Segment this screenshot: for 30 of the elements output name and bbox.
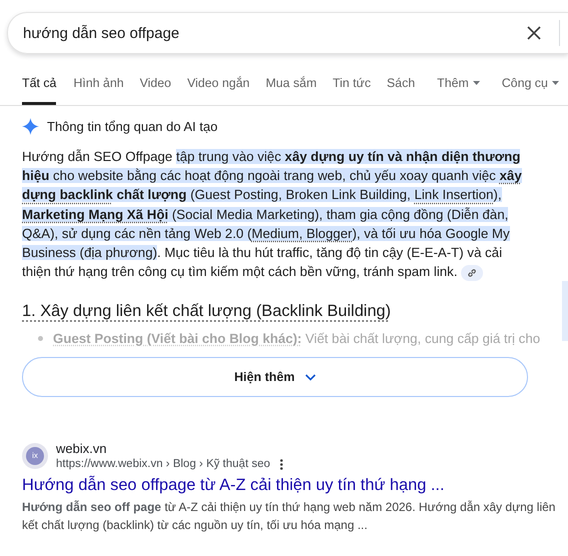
search-input[interactable]: hướng dẫn seo offpage (23, 24, 519, 42)
result-snippet: Hướng dẫn seo off page từ A-Z cải thiện uy tín thứ hạng web năm 2026. Hướng dẫn xây dựng liên kết chất lượng (backlink) từ các nguồn uy tín, tối ưu hóa mạng ... (22, 499, 556, 534)
section-heading: 1. Xây dựng liên kết chất lượng (Backlink Building) (22, 302, 391, 322)
close-icon[interactable] (527, 26, 541, 40)
tab[interactable]: Video ngắn (179, 76, 258, 105)
scrollbar[interactable] (562, 281, 568, 341)
ai-summary: Hướng dẫn SEO Offpage tập trung vào việc xây dựng uy tín và nhận diện thương hiệu cho website bằng các hoạt động ngoài trang web, chủ yếu xoay quanh việc xây dựng backlink chất lượng (Guest Posting, Broken Link Building, Link Insertion), Marketing Mạng Xã Hội (Social Media Marketing), tham gia cộng đồng (Diễn đàn, Q&A), sử dụng các nền tảng Web 2.0 (Medium, Blogger), và tối ưu hóa Google My Business (địa phương). Mục tiêu là thu hút traffic, tăng độ tin cậy (E-E-A-T) và cải thiện thứ hạng trên công cụ tìm kiếm một cách bền vững, tránh spam link. (22, 148, 522, 282)
tab[interactable]: Video (132, 76, 180, 105)
caret-icon (552, 81, 559, 85)
menu-button[interactable]: Công cụ (494, 76, 567, 105)
site-favicon: ix (22, 442, 48, 469)
menu-button[interactable]: Thêm (429, 76, 488, 105)
bullet-text: Guest Posting (Viết bài cho Blog khác): Viết bài chất lượng, cung cấp giá trị cho (53, 330, 540, 348)
search-bar[interactable]: hướng dẫn seo offpage (7, 12, 568, 54)
tab[interactable]: Hình ảnh (65, 76, 132, 105)
more-options-icon[interactable] (280, 458, 284, 470)
tab[interactable]: Mua sắm (258, 76, 325, 105)
caret-icon (472, 81, 480, 85)
show-more-button[interactable]: Hiện thêm (22, 357, 528, 398)
link-icon[interactable] (461, 264, 484, 281)
chevron-down-icon (304, 374, 316, 381)
tab[interactable]: Sách (378, 76, 424, 105)
result-title-link[interactable]: Hướng dẫn seo offpage từ A-Z cải thiện uy tín thứ hạng ... (22, 476, 568, 496)
site-name: webix.vn (56, 441, 108, 456)
ai-overview-title: Thông tin tổng quan do AI tạo (47, 119, 218, 134)
sparkle-icon (22, 118, 39, 135)
bullet-icon (38, 336, 43, 342)
breadcrumb-url: https://www.webix.vn › Blog › Kỹ thuật seo (56, 458, 270, 470)
tab[interactable]: Tất cả (22, 76, 56, 105)
tab[interactable]: Tin tức (324, 76, 379, 105)
